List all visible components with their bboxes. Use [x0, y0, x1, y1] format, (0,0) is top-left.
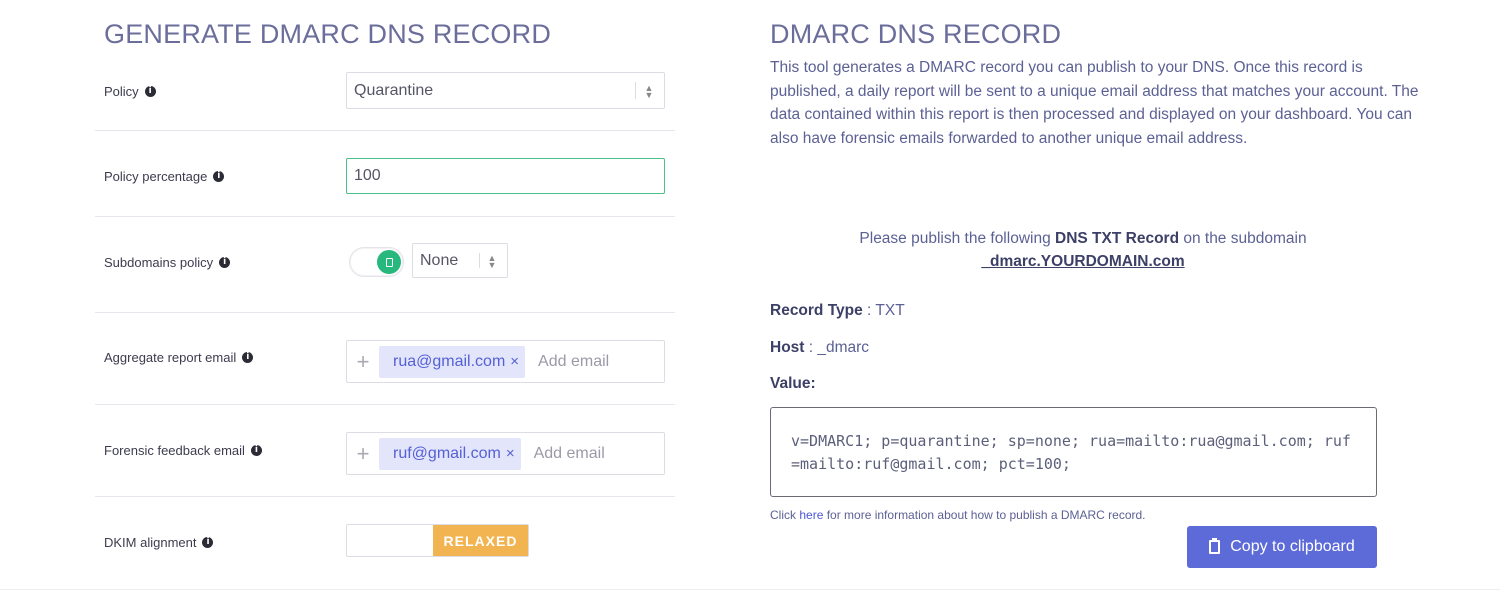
subdomain-name: _dmarc.YOURDOMAIN.com: [981, 253, 1185, 270]
toggle-knob: [377, 250, 401, 274]
help-text: Click here for more information about ho…: [770, 508, 1146, 522]
divider: [95, 216, 675, 217]
form-title: GENERATE DMARC DNS RECORD: [104, 19, 552, 49]
remove-tag-icon[interactable]: ×: [506, 445, 515, 462]
divider: [95, 404, 675, 405]
add-email-placeholder[interactable]: Add email: [534, 445, 605, 463]
policy-percentage-input[interactable]: 100: [346, 158, 665, 194]
copy-to-clipboard-button[interactable]: Copy to clipboard: [1187, 526, 1377, 568]
value-label: Value:: [770, 375, 816, 392]
dkim-alignment-label: DKIM alignment i: [104, 535, 214, 550]
plus-icon[interactable]: +: [347, 441, 379, 467]
policy-label: Policy i: [104, 84, 156, 99]
remove-tag-icon[interactable]: ×: [510, 353, 519, 370]
plus-icon[interactable]: +: [347, 349, 379, 375]
subdomains-policy-toggle[interactable]: [349, 247, 404, 277]
divider: [95, 130, 675, 131]
relaxed-option[interactable]: RELAXED: [433, 525, 528, 556]
record-title: DMARC DNS RECORD: [770, 19, 1062, 49]
email-tag: ruf@gmail.com ×: [379, 437, 521, 470]
info-icon[interactable]: i: [250, 445, 262, 456]
publish-instructions: Please publish the following DNS TXT Rec…: [859, 230, 1307, 270]
strict-option[interactable]: [347, 525, 433, 556]
forensic-email-input[interactable]: + ruf@gmail.com × Add email: [346, 432, 665, 475]
record-type: Record Type : TXT: [770, 302, 905, 319]
forensic-email-label: Forensic feedback email i: [104, 443, 262, 458]
info-icon[interactable]: i: [202, 537, 214, 548]
email-tag: rua@gmail.com ×: [379, 345, 526, 378]
select-arrows-icon: ▲ ▼: [644, 83, 654, 100]
aggregate-email-input[interactable]: + rua@gmail.com × Add email: [346, 340, 665, 383]
dkim-alignment-switch[interactable]: RELAXED: [346, 524, 529, 557]
subdomains-policy-label: Subdomains policy i: [104, 255, 231, 270]
host: Host : _dmarc: [770, 339, 870, 356]
help-link[interactable]: here: [799, 508, 823, 522]
divider: [0, 589, 1500, 590]
policy-select[interactable]: Quarantine ▲ ▼: [346, 72, 665, 109]
policy-percentage-label: Policy percentage i: [104, 169, 225, 184]
tool-description: This tool generates a DMARC record you c…: [770, 59, 1419, 147]
info-icon[interactable]: i: [213, 171, 225, 182]
subdomains-policy-select[interactable]: None ▲ ▼: [412, 243, 508, 278]
divider: [95, 496, 675, 497]
clipboard-icon: [1209, 538, 1221, 554]
info-icon[interactable]: i: [242, 352, 254, 363]
aggregate-email-label: Aggregate report email i: [104, 350, 254, 365]
record-value-box[interactable]: v=DMARC1; p=quarantine; sp=none; rua=mai…: [770, 407, 1377, 497]
add-email-placeholder[interactable]: Add email: [538, 353, 609, 371]
info-icon[interactable]: i: [144, 86, 156, 97]
info-icon[interactable]: i: [219, 257, 231, 268]
divider: [95, 312, 675, 313]
select-arrows-icon: ▲ ▼: [487, 253, 497, 270]
